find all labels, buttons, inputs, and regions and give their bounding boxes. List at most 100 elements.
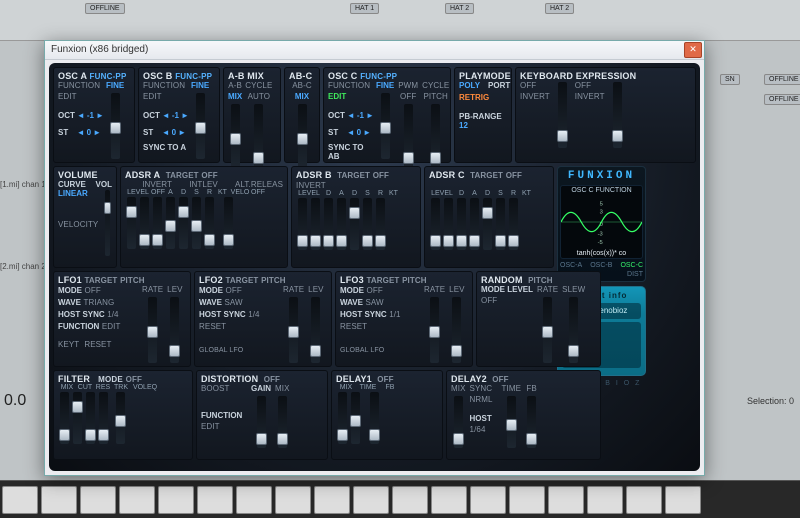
adsr-a-intlev[interactable]: INTLEV [189, 180, 218, 189]
filter-mix[interactable] [60, 392, 69, 444]
osc-c-pwm-slider[interactable] [404, 104, 413, 170]
lfo1-hostsync-value[interactable]: 1/4 [107, 310, 118, 319]
delay2-time[interactable] [507, 396, 516, 448]
random-target[interactable]: PITCH [528, 276, 553, 285]
osc-c-cycle-slider[interactable] [431, 104, 440, 170]
osc-b-st-up[interactable]: ► [178, 128, 186, 137]
delay1-time[interactable] [351, 392, 360, 444]
osc-a-edit[interactable]: EDIT [58, 92, 102, 101]
kexpr-slider-2[interactable] [613, 82, 622, 148]
kexpr-c2-off[interactable]: OFF [575, 81, 605, 90]
lfo2-rate-slider[interactable] [289, 297, 298, 363]
adsr-b-kt[interactable] [376, 198, 385, 250]
adsr-a-a[interactable] [153, 197, 162, 249]
lfo2-target-value[interactable]: PITCH [261, 276, 286, 285]
adsr-a-level[interactable] [127, 197, 136, 249]
lfo2-mode-value[interactable]: OFF [226, 286, 242, 295]
delay1-mix[interactable] [338, 392, 347, 444]
osc-b-fine-slider[interactable] [196, 93, 205, 159]
adsr-c-r[interactable] [496, 198, 505, 250]
lfo1-function-value[interactable]: EDIT [102, 322, 121, 331]
dist-boost[interactable]: BOOST [201, 384, 247, 393]
lfo2-wave-value[interactable]: SAW [224, 298, 242, 307]
adsr-b-s[interactable] [350, 198, 359, 250]
kexpr-c1-off[interactable]: OFF [520, 81, 550, 90]
delay2-mix[interactable] [454, 396, 463, 448]
lfo1-wave-value[interactable]: TRIANG [83, 298, 114, 307]
adsr-c-level[interactable] [431, 198, 440, 250]
osc-a-oct-up[interactable]: ► [96, 111, 104, 120]
adsr-b-r[interactable] [363, 198, 372, 250]
d2-host-value[interactable]: 1/64 [470, 425, 498, 434]
lfo3-wave-value[interactable]: SAW [365, 298, 383, 307]
lfo1-keyt[interactable]: KEYT [58, 340, 79, 349]
osc-b-oct-up[interactable]: ► [181, 111, 189, 120]
adsr-c-s1[interactable] [444, 198, 453, 250]
osc-c-st-value[interactable]: 0 [357, 128, 361, 137]
playmode-pbrange-value[interactable]: 12 [459, 121, 507, 130]
adsr-b-invert[interactable]: INVERT [296, 181, 326, 190]
osc-b-st-down[interactable]: ◄ [162, 128, 170, 137]
adsr-b-s1[interactable] [311, 198, 320, 250]
osc-c-pwm-value[interactable]: OFF [400, 92, 416, 101]
adsr-a-invert[interactable]: INVERT [142, 180, 172, 189]
lfo1-rate-slider[interactable] [148, 297, 157, 363]
osc-c-oct-up[interactable]: ► [366, 111, 374, 120]
dist-gain-slider[interactable] [257, 396, 266, 448]
osc-b-edit[interactable]: EDIT [143, 92, 187, 101]
lfo1-mode-value[interactable]: OFF [85, 286, 101, 295]
adsr-a-r[interactable] [192, 197, 201, 249]
filter-res[interactable] [86, 392, 95, 444]
osc-a-oct-down[interactable]: ◄ [77, 111, 85, 120]
adsr-c-target-value[interactable]: OFF [506, 171, 522, 180]
delay1-state[interactable]: OFF [377, 375, 393, 384]
lfo1-lev-slider[interactable] [170, 297, 179, 363]
osc-tab-a[interactable]: OSC-A [560, 262, 582, 269]
playmode-poly[interactable]: POLY [459, 81, 480, 90]
osc-a-st-value[interactable]: 0 [87, 128, 91, 137]
kexpr-c1-invert[interactable]: INVERT [520, 92, 550, 101]
ab-mix-col1-value[interactable]: MIX [228, 92, 242, 101]
filter-cut[interactable] [73, 392, 82, 444]
lfo3-mode-value[interactable]: OFF [367, 286, 383, 295]
osc-b-oct-value[interactable]: -1 [172, 111, 179, 120]
adsr-a-target-value[interactable]: OFF [201, 171, 217, 180]
d2-sync-value[interactable]: NRML [470, 395, 498, 404]
random-rate-slider[interactable] [543, 297, 552, 363]
scope-equation[interactable]: tanh(cos(x))* co [561, 250, 642, 257]
osc-c-st-down[interactable]: ◄ [347, 128, 355, 137]
abc-slider[interactable] [298, 104, 307, 170]
adsr-b-a[interactable] [324, 198, 333, 250]
playmode-retrig[interactable]: RETRIG [459, 93, 507, 102]
osc-b-sync[interactable]: SYNC TO A [143, 143, 187, 152]
osc-a-st-up[interactable]: ► [93, 128, 101, 137]
ab-mix-slider[interactable] [231, 104, 240, 170]
delay1-fb[interactable] [370, 392, 379, 444]
osc-b-oct-down[interactable]: ◄ [162, 111, 170, 120]
lfo3-rate-slider[interactable] [430, 297, 439, 363]
playmode-port[interactable]: PORT [488, 81, 510, 90]
close-button[interactable]: ✕ [684, 42, 702, 58]
abc-col1-value[interactable]: MIX [295, 92, 309, 101]
osc-b-mode[interactable]: FUNC-PP [175, 72, 212, 81]
lfo3-reset[interactable]: RESET [340, 322, 367, 331]
adsr-b-level[interactable] [298, 198, 307, 250]
ab-mix-col2-value[interactable]: AUTO [248, 92, 270, 101]
random-modelevel-value[interactable]: OFF [481, 296, 533, 305]
osc-a-st-down[interactable]: ◄ [77, 128, 85, 137]
adsr-a-altrel[interactable]: ALT.RELEAS [235, 180, 283, 189]
osc-a-oct-value[interactable]: -1 [87, 111, 94, 120]
osc-c-edit[interactable]: EDIT [328, 92, 372, 101]
lfo3-hostsync-value[interactable]: 1/1 [389, 310, 400, 319]
kexpr-slider-1[interactable] [558, 82, 567, 148]
dist-mix-slider[interactable] [278, 396, 287, 448]
adsr-a-s1[interactable] [140, 197, 149, 249]
dist-function-edit[interactable]: EDIT [201, 422, 247, 431]
delay2-state[interactable]: OFF [492, 375, 508, 384]
lfo1-reset[interactable]: RESET [84, 340, 111, 349]
adsr-c-kt[interactable] [509, 198, 518, 250]
kexpr-c2-invert[interactable]: INVERT [575, 92, 605, 101]
osc-tab-b[interactable]: OSC-B [590, 262, 612, 269]
lfo2-hostsync-value[interactable]: 1/4 [248, 310, 259, 319]
lfo2-reset[interactable]: RESET [199, 322, 226, 331]
